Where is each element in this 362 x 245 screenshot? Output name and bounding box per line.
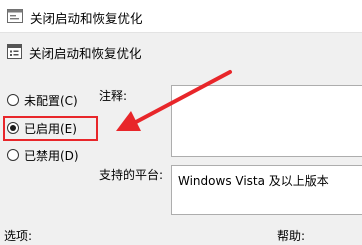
policy-window-icon: [7, 9, 23, 23]
radio-button[interactable]: [7, 94, 19, 106]
annotation-arrow-head: [116, 111, 141, 131]
title-bar: 关闭启动和恢复优化: [0, 0, 362, 33]
supported-on-label: 支持的平台:: [99, 168, 164, 182]
comment-label: 注释:: [99, 89, 128, 103]
window-title: 关闭启动和恢复优化: [30, 11, 143, 26]
options-label: 选项:: [4, 229, 33, 243]
supported-on-value: Windows Vista 及以上版本: [178, 174, 329, 188]
radio-disabled[interactable]: 已禁用(D): [7, 146, 79, 164]
policy-setting-icon: [7, 44, 22, 59]
radio-label: 未配置(C): [24, 93, 78, 108]
radio-not-configured[interactable]: 未配置(C): [7, 91, 78, 109]
comment-textarea[interactable]: [171, 85, 362, 157]
help-label: 帮助:: [277, 229, 306, 243]
radio-button[interactable]: [7, 149, 19, 161]
policy-heading: 关闭启动和恢复优化: [29, 46, 142, 61]
radio-label: 已禁用(D): [24, 148, 79, 163]
supported-on-box: Windows Vista 及以上版本: [171, 165, 362, 215]
annotation-highlight-box: [3, 116, 98, 141]
